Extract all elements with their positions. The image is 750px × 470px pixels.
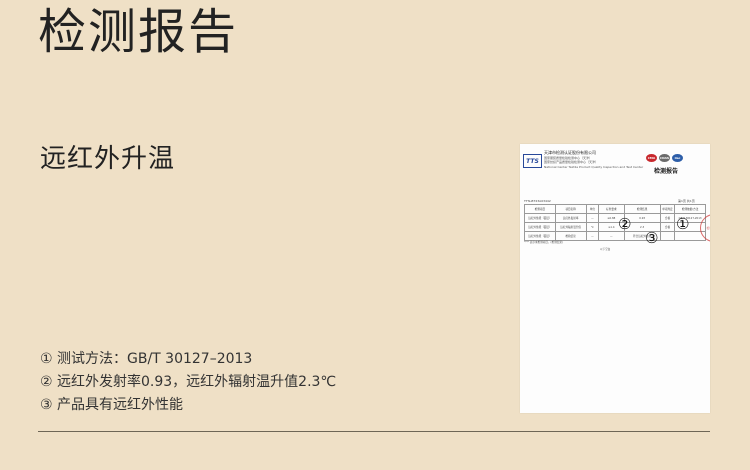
table-cell: — bbox=[585, 231, 600, 241]
table-cell: 远红外辐射温升值 bbox=[554, 222, 587, 232]
table-cell: 远红外性能（面层） bbox=[524, 213, 556, 223]
table-cell: 合格 bbox=[659, 213, 676, 223]
finding-emissivity: ② 远红外发射率0.93，远红外辐射温升值2.3℃ bbox=[40, 374, 337, 390]
table-header-cell: 单项判定 bbox=[659, 204, 676, 214]
header-line: National Center Textile Product Quality … bbox=[544, 164, 644, 169]
report-header: 天津市检测认证股份有限公司 国家服装质量检验检测中心（天津） 国家纺织产品质量检… bbox=[544, 150, 644, 169]
findings-list: ① 测试方法：GB/T 30127–2013 ② 远红外发射率0.93，远红外辐… bbox=[40, 348, 336, 417]
table-header-cell: 检测项目 bbox=[524, 204, 556, 214]
accreditation-seals: CMA CNAS ilac bbox=[646, 154, 683, 162]
table-header-cell: 检测依据/方法 bbox=[674, 204, 706, 214]
table-cell: 远红外发射率 bbox=[554, 213, 587, 223]
test-report-image: TTS 天津市检测认证股份有限公司 国家服装质量检验检测中心（天津） 国家纺织产… bbox=[520, 144, 710, 413]
tts-logo-icon: TTS bbox=[523, 154, 542, 168]
table-header-row: 检测项目 项目名称 单位 标准要求 检测结果 单项判定 检测依据/方法 bbox=[524, 204, 706, 214]
marker-1-icon: ① bbox=[676, 215, 690, 233]
table-cell: 合格 bbox=[659, 222, 676, 232]
table-cell: ℃ bbox=[585, 222, 600, 232]
ilac-seal-icon: ilac bbox=[672, 154, 683, 162]
cnas-seal-icon: CNAS bbox=[659, 154, 670, 162]
report-page-number: 第1页 共1页 bbox=[678, 199, 695, 203]
cma-seal-icon: CMA bbox=[646, 154, 657, 162]
table-cell bbox=[659, 231, 676, 241]
finding-conclusion: ③ 产品具有远红外性能 bbox=[40, 397, 184, 413]
table-cell: — bbox=[585, 213, 600, 223]
section-subtitle: 远红外升温 bbox=[40, 144, 176, 174]
finding-test-method: ① 测试方法：GB/T 30127–2013 bbox=[40, 351, 253, 367]
table-header-cell: 项目名称 bbox=[554, 204, 587, 214]
table-header-cell: 单位 bbox=[585, 204, 600, 214]
report-note: "**" 表示未检测项目，(检测结果) bbox=[524, 241, 563, 244]
page-title: 检测报告 bbox=[38, 4, 239, 60]
report-blank-below: 以下空白 bbox=[600, 248, 611, 251]
table-cell: 远红外性能（面层） bbox=[524, 222, 556, 232]
bottom-divider bbox=[38, 431, 710, 432]
table-header-cell: 检测结果 bbox=[623, 204, 661, 214]
marker-2-icon: ② bbox=[618, 215, 632, 233]
report-number: TTTs-BT23A03442 bbox=[524, 199, 551, 203]
report-title: 检测报告 bbox=[654, 168, 679, 175]
table-header-cell: 标准要求 bbox=[598, 204, 625, 214]
marker-3-icon: ③ bbox=[645, 229, 659, 247]
